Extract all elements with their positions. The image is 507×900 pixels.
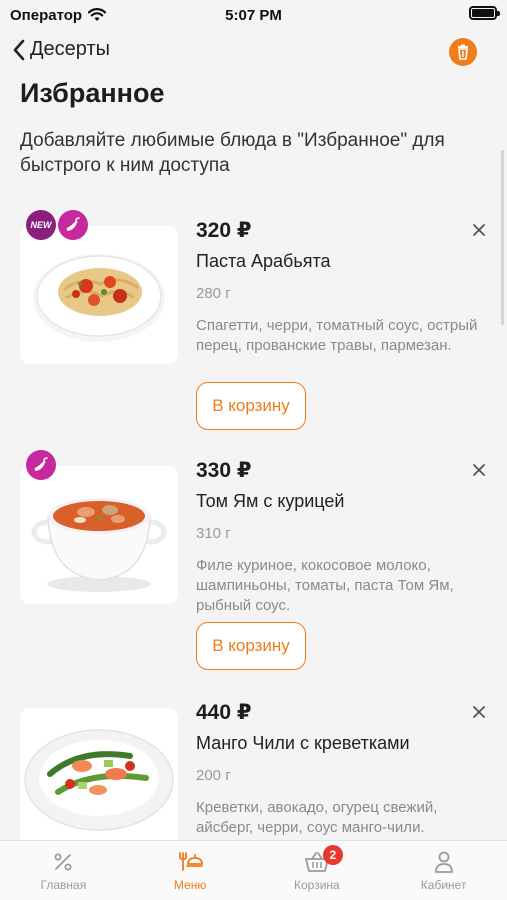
new-badge: NEW <box>26 210 56 240</box>
tab-cart[interactable]: 2 Корзина <box>254 841 381 900</box>
back-button[interactable]: Десерты <box>12 38 110 61</box>
dish-photo[interactable] <box>20 708 178 846</box>
tab-bar: Главная Меню 2 Корзина Кабинет <box>0 840 507 900</box>
wifi-icon <box>88 8 107 21</box>
favorite-item: NEW 320 ₽ Паста Арабьята 280 г Спагетти,… <box>0 204 507 444</box>
favorite-item: 330 ₽ Том Ям с курицей 310 г Филе курино… <box>0 444 507 684</box>
item-description: Спагетти, черри, томатный соус, острый п… <box>196 317 478 354</box>
tab-account[interactable]: Кабинет <box>380 841 507 900</box>
add-to-cart-button[interactable]: В корзину <box>196 382 306 430</box>
spicy-badge <box>58 210 88 240</box>
menu-tray-icon <box>177 849 204 875</box>
chevron-left-icon <box>13 39 25 60</box>
item-price: 330 ₽ <box>196 459 252 482</box>
tab-label: Кабинет <box>420 878 467 892</box>
dish-photo[interactable] <box>20 466 178 604</box>
percent-icon <box>50 849 76 875</box>
battery-icon <box>469 6 500 20</box>
carrier: Оператор <box>10 6 107 24</box>
tab-label: Меню <box>173 878 207 892</box>
status-bar: Оператор 5:07 PM <box>0 0 507 30</box>
tab-menu[interactable]: Меню <box>127 841 254 900</box>
page-subtitle: Добавляйте любимые блюда в "Избранное" д… <box>20 130 445 176</box>
add-to-cart-button[interactable]: В корзину <box>196 622 306 670</box>
tab-label: Корзина <box>294 878 340 892</box>
item-price: 320 ₽ <box>196 219 252 242</box>
item-description: Филе куриное, кокосовое молоко, шампиньо… <box>196 557 454 614</box>
item-price: 440 ₽ <box>196 701 252 724</box>
carrier-name: Оператор <box>10 6 83 24</box>
dish-photo[interactable] <box>20 226 178 364</box>
page-title: Избранное <box>20 78 165 108</box>
chili-pepper-icon <box>66 217 80 231</box>
spicy-badge <box>26 450 56 480</box>
badges: NEW <box>26 210 88 240</box>
item-description: Креветки, авокадо, огурец свежий, айсбер… <box>196 799 438 836</box>
item-name[interactable]: Паста Арабьята <box>196 251 331 272</box>
item-name[interactable]: Манго Чили с креветками <box>196 733 410 754</box>
tab-home[interactable]: Главная <box>0 841 127 900</box>
badges <box>26 450 56 480</box>
trash-icon <box>458 44 468 60</box>
item-weight: 280 г <box>196 285 231 302</box>
cart-count-badge: 2 <box>322 845 343 865</box>
nav-bar: Десерты <box>0 30 507 74</box>
chili-pepper-icon <box>34 457 48 471</box>
clear-favorites-button[interactable] <box>449 38 477 66</box>
remove-icon[interactable] <box>471 462 487 478</box>
person-icon <box>431 849 457 875</box>
item-weight: 310 г <box>196 525 231 542</box>
tab-label: Главная <box>40 878 87 892</box>
item-name[interactable]: Том Ям с курицей <box>196 491 344 512</box>
item-weight: 200 г <box>196 767 231 784</box>
remove-icon[interactable] <box>471 704 487 720</box>
remove-icon[interactable] <box>471 222 487 238</box>
back-label: Десерты <box>30 38 111 60</box>
